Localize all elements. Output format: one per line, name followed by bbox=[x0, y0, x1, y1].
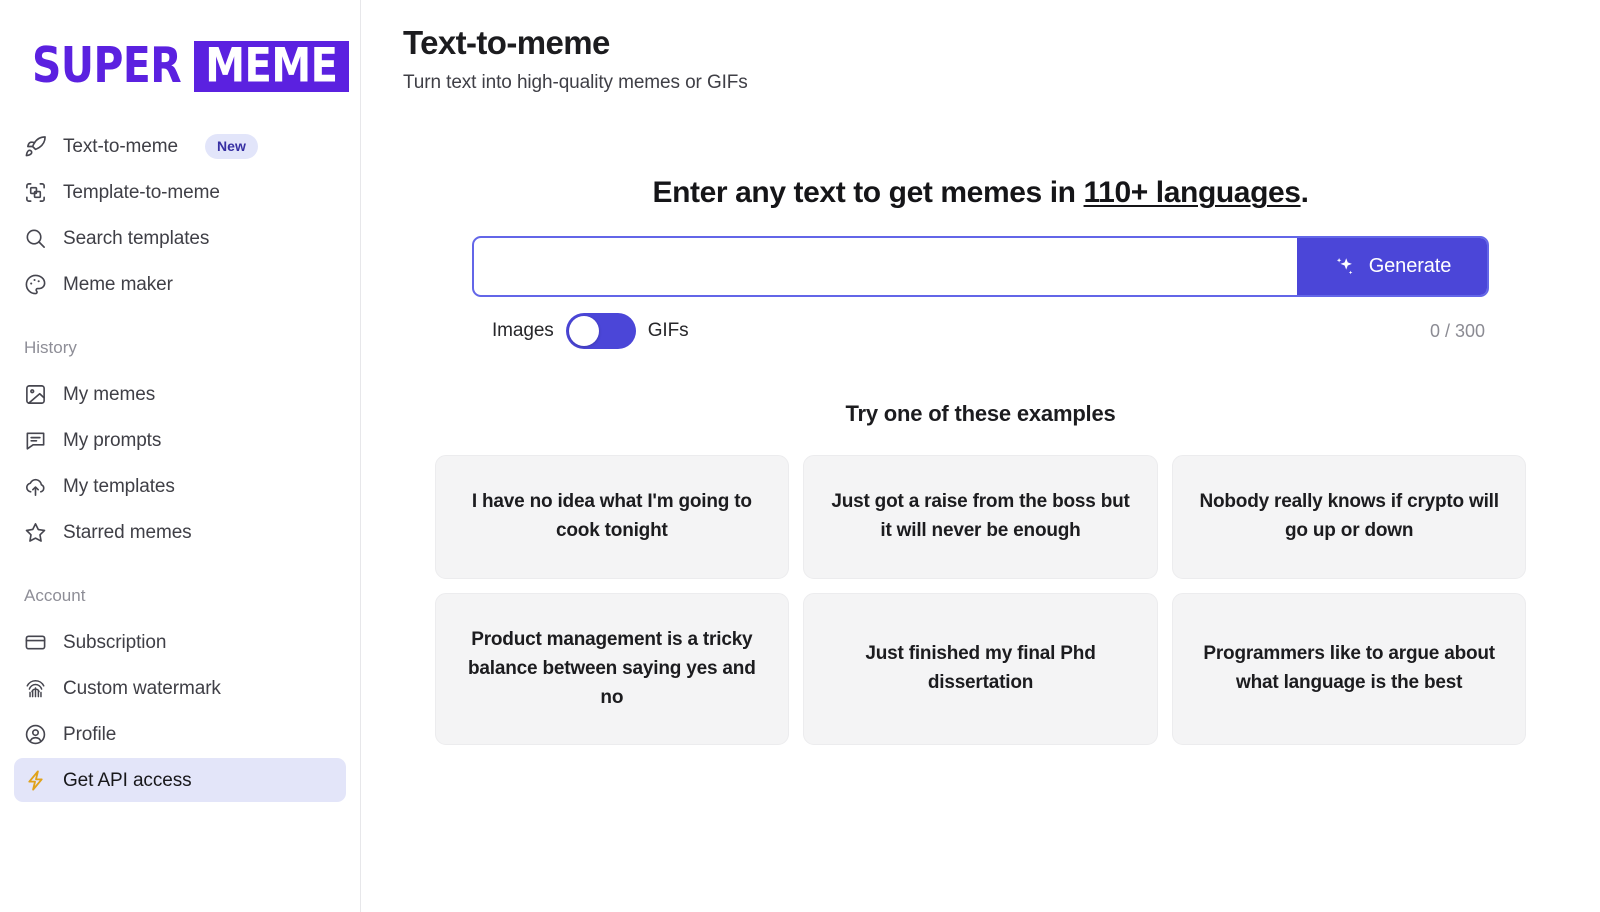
generate-button[interactable]: Generate bbox=[1297, 238, 1487, 296]
examples-title: Try one of these examples bbox=[845, 401, 1116, 427]
sidebar-item-search-templates[interactable]: Search templates bbox=[14, 216, 346, 260]
example-card[interactable]: I have no idea what I'm going to cook to… bbox=[434, 455, 790, 580]
images-gifs-toggle[interactable] bbox=[565, 313, 636, 350]
sidebar-group-history-label: History bbox=[24, 338, 77, 357]
image-icon bbox=[24, 383, 47, 406]
rocket-icon bbox=[24, 135, 47, 158]
output-type-row: Images GIFs 0 / 300 bbox=[472, 313, 1489, 350]
sidebar-item-my-templates[interactable]: My templates bbox=[14, 464, 346, 508]
sidebar-item-meme-maker[interactable]: Meme maker bbox=[14, 262, 346, 306]
example-card[interactable]: Programmers like to argue about what lan… bbox=[1171, 593, 1527, 746]
sidebar-item-label: Search templates bbox=[63, 227, 210, 249]
sidebar-item-subscription[interactable]: Subscription bbox=[14, 620, 346, 664]
brand-logo-super: SUPER bbox=[32, 37, 182, 95]
sidebar-item-text-to-meme[interactable]: Text-to-meme New bbox=[14, 124, 346, 168]
sidebar-item-get-api-access[interactable]: Get API access bbox=[14, 758, 346, 802]
sidebar-item-profile[interactable]: Profile bbox=[14, 712, 346, 756]
search-icon bbox=[24, 227, 47, 250]
example-card[interactable]: Nobody really knows if crypto will go up… bbox=[1171, 455, 1527, 580]
lightning-bolt-icon bbox=[24, 769, 47, 792]
toggle-label-gifs: GIFs bbox=[647, 320, 689, 342]
sidebar: SUPER MEME Text-to-meme New Template-to-… bbox=[0, 0, 361, 912]
message-icon bbox=[24, 429, 47, 452]
brand-logo[interactable]: SUPER MEME bbox=[32, 38, 360, 94]
app-root: SUPER MEME Text-to-meme New Template-to-… bbox=[0, 0, 1600, 912]
sidebar-item-label: Custom watermark bbox=[63, 677, 221, 699]
sidebar-item-custom-watermark[interactable]: Custom watermark bbox=[14, 666, 346, 710]
primary-nav: Text-to-meme New Template-to-meme Search… bbox=[0, 124, 360, 802]
palette-icon bbox=[24, 273, 47, 296]
prompt-bar: Generate bbox=[472, 236, 1489, 298]
fingerprint-icon bbox=[24, 677, 47, 700]
hero-heading-prefix: Enter any text to get memes in bbox=[652, 176, 1084, 210]
page-header: Text-to-meme Turn text into high-quality… bbox=[361, 0, 1600, 94]
example-card[interactable]: Just finished my final Phd dissertation bbox=[803, 593, 1158, 746]
sidebar-item-label: Subscription bbox=[63, 631, 167, 653]
character-counter: 0 / 300 bbox=[1429, 320, 1485, 341]
page-subtitle: Turn text into high-quality memes or GIF… bbox=[403, 72, 748, 94]
credit-card-icon bbox=[24, 631, 47, 654]
sidebar-item-label: Starred memes bbox=[63, 521, 192, 543]
toggle-knob bbox=[568, 316, 599, 347]
generate-button-label: Generate bbox=[1368, 255, 1452, 278]
sidebar-item-my-memes[interactable]: My memes bbox=[14, 372, 346, 416]
brand-logo-meme-box: MEME bbox=[194, 38, 349, 93]
user-circle-icon bbox=[24, 723, 47, 746]
sidebar-item-label: Meme maker bbox=[63, 273, 173, 295]
star-icon bbox=[24, 521, 47, 544]
sidebar-item-starred-memes[interactable]: Starred memes bbox=[14, 510, 346, 554]
new-badge: New bbox=[204, 133, 259, 159]
sidebar-item-label: My prompts bbox=[63, 429, 162, 451]
brand-logo-meme: MEME bbox=[205, 38, 338, 93]
hero-heading: Enter any text to get memes in 110+ lang… bbox=[361, 176, 1600, 210]
main-content: Text-to-meme Turn text into high-quality… bbox=[361, 0, 1600, 912]
hero-heading-suffix: . bbox=[1300, 176, 1309, 210]
sparkle-icon bbox=[1333, 255, 1357, 279]
example-card[interactable]: Just got a raise from the boss but it wi… bbox=[803, 455, 1158, 580]
sidebar-group-account-label: Account bbox=[24, 586, 86, 605]
sidebar-item-label: My memes bbox=[63, 383, 156, 405]
sidebar-item-label: Template-to-meme bbox=[63, 181, 220, 203]
languages-link[interactable]: 110+ languages bbox=[1084, 176, 1301, 209]
page-title: Text-to-meme bbox=[403, 24, 610, 61]
sidebar-item-label: Text-to-meme bbox=[63, 135, 178, 157]
examples-grid: I have no idea what I'm going to cook to… bbox=[434, 455, 1527, 746]
sidebar-item-label: My templates bbox=[63, 475, 175, 497]
sidebar-item-label: Profile bbox=[63, 723, 117, 745]
scan-template-icon bbox=[24, 181, 47, 204]
images-gifs-toggle-group: Images GIFs bbox=[492, 313, 689, 350]
sidebar-item-template-to-meme[interactable]: Template-to-meme bbox=[14, 170, 346, 214]
sidebar-item-my-prompts[interactable]: My prompts bbox=[14, 418, 346, 462]
cloud-upload-icon bbox=[24, 475, 47, 498]
prompt-input[interactable] bbox=[474, 238, 1297, 296]
example-card[interactable]: Product management is a tricky balance b… bbox=[434, 593, 790, 746]
toggle-label-images: Images bbox=[492, 320, 554, 342]
sidebar-item-label: Get API access bbox=[63, 769, 192, 791]
